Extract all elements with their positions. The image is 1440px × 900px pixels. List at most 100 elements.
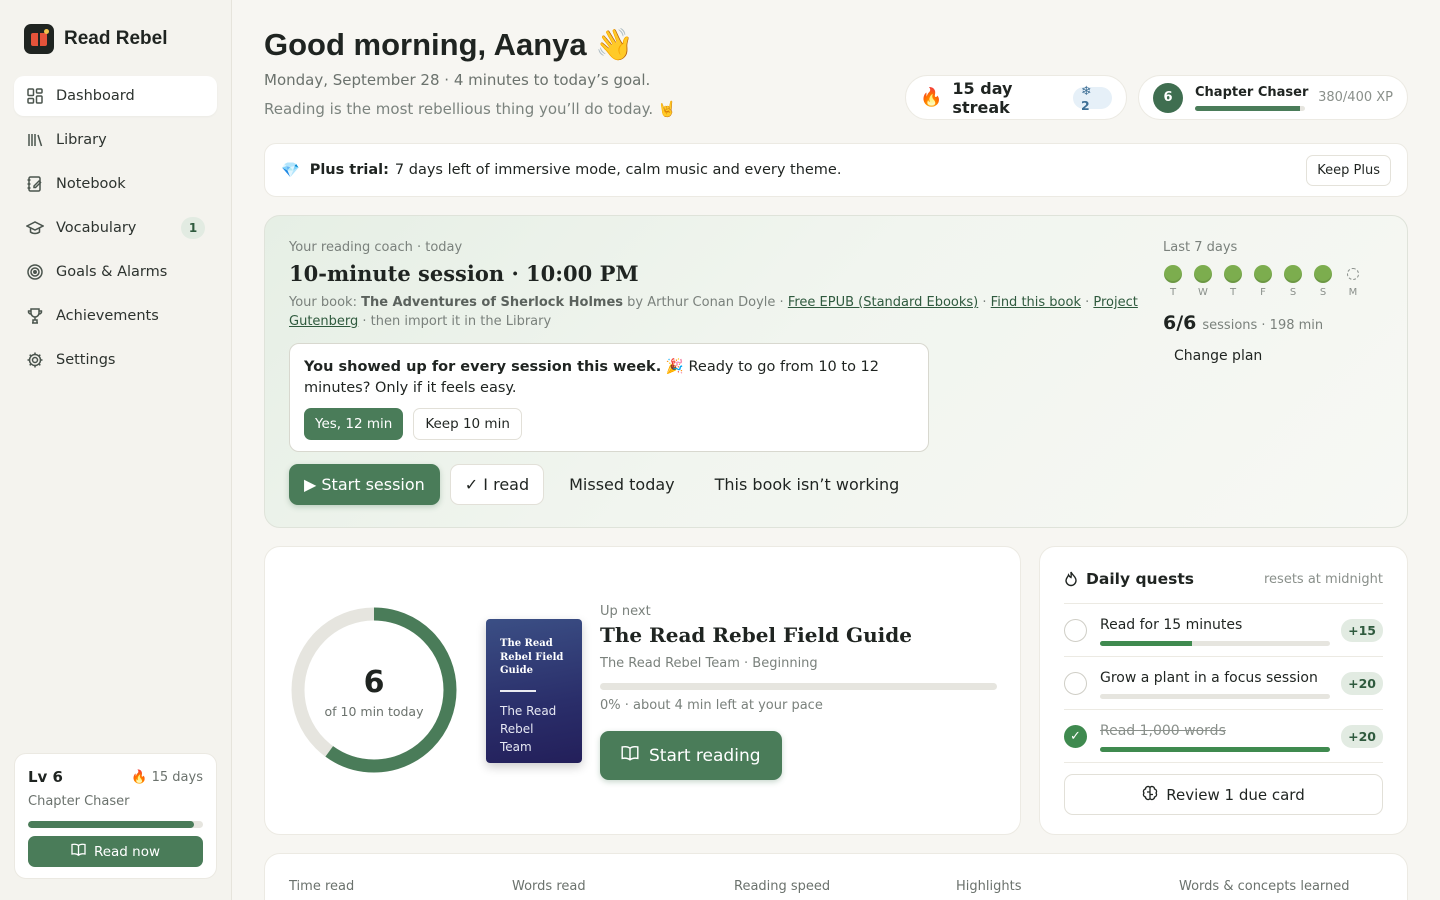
sidebar: Read Rebel Dashboard Library Notebook Vo… xyxy=(0,0,232,900)
book-suffix: · then import it in the Library xyxy=(362,314,552,329)
sidebar-item-label: Notebook xyxy=(56,176,126,192)
day-letter: S xyxy=(1319,287,1327,298)
sidebar-item-goals[interactable]: Goals & Alarms xyxy=(14,252,217,292)
sidebar-item-dashboard[interactable]: Dashboard xyxy=(14,76,217,116)
quests-title: Daily quests xyxy=(1086,570,1194,588)
page-title: Good morning, Aanya 👋 xyxy=(264,27,634,62)
sidebar-item-library[interactable]: Library xyxy=(14,120,217,160)
sidebar-item-settings[interactable]: Settings xyxy=(14,340,217,380)
sidebar-item-label: Settings xyxy=(56,352,116,368)
up-next-book-title: The Read Rebel Field Guide xyxy=(600,623,912,647)
week-day: T xyxy=(1163,265,1183,298)
streak-count: 🔥 15 days xyxy=(131,770,203,785)
quest-xp-badge: +20 xyxy=(1341,672,1383,695)
change-plan-button[interactable]: Change plan xyxy=(1174,348,1383,364)
keep-goal-button[interactable]: Keep 10 min xyxy=(413,408,522,440)
start-reading-label: Start reading xyxy=(649,745,761,766)
day-letter: W xyxy=(1198,287,1208,298)
brand-name: Read Rebel xyxy=(64,28,168,49)
level-name: Chapter Chaser xyxy=(1195,84,1309,100)
week-label: Last 7 days xyxy=(1163,240,1238,255)
trophy-icon xyxy=(26,307,44,325)
day-letter: M xyxy=(1348,287,1358,298)
daily-quests-card: Daily quests resets at midnight Read for… xyxy=(1039,546,1408,835)
sidebar-item-vocabulary[interactable]: Vocabulary 1 xyxy=(14,208,217,248)
stat-time-read-label: Time read xyxy=(289,879,355,894)
xp-progress-fill xyxy=(1195,105,1300,111)
level-badge: 6 xyxy=(1153,82,1183,113)
book-not-working-button[interactable]: This book isn’t working xyxy=(700,464,915,505)
vocabulary-count-badge: 1 xyxy=(181,217,205,239)
sidebar-nav: Dashboard Library Notebook Vocabulary 1 … xyxy=(14,76,217,384)
day-letter: F xyxy=(1260,287,1266,298)
sidebar-item-notebook[interactable]: Notebook xyxy=(14,164,217,204)
sessions-count: 6/6 xyxy=(1163,312,1197,334)
level-pill[interactable]: 6 Chapter Chaser 380/400 XP xyxy=(1138,75,1408,120)
missed-today-button[interactable]: Missed today xyxy=(554,464,690,505)
quest-checkbox[interactable] xyxy=(1064,618,1087,642)
minutes-goal-text: of 10 min today xyxy=(324,704,424,719)
quest-xp-badge: +20 xyxy=(1341,725,1383,748)
date-goal-text: Monday, September 28 · 4 minutes to toda… xyxy=(264,71,651,89)
start-reading-button[interactable]: Start reading xyxy=(600,731,782,780)
quest-progress-fill xyxy=(1100,746,1330,752)
book-cover[interactable]: The Read Rebel Field Guide The Read Rebe… xyxy=(486,619,582,763)
quest-xp-badge: +15 xyxy=(1341,619,1383,642)
quest-row[interactable]: ✓ Read 1,000 words +20 xyxy=(1064,710,1383,763)
week-stats: 6/6 sessions · 198 min xyxy=(1163,312,1383,334)
quests-reset-text: resets at midnight xyxy=(1264,571,1383,587)
book-prefix: Your book: xyxy=(289,295,357,310)
read-now-button[interactable]: Read now xyxy=(28,836,203,867)
streak-freeze-badge: ❄ 2 xyxy=(1072,83,1112,113)
week-days: TWTFSSM xyxy=(1163,265,1383,298)
free-epub-link[interactable]: Free EPUB (Standard Ebooks) xyxy=(788,295,978,310)
leaf-icon xyxy=(1284,265,1302,283)
quest-progress-bar xyxy=(1100,640,1330,646)
book-progress-bar xyxy=(600,683,997,690)
quest-row[interactable]: Read for 15 minutes +15 xyxy=(1064,604,1383,657)
stat-highlights-label: Highlights xyxy=(956,879,1022,894)
find-book-link[interactable]: Find this book xyxy=(991,295,1081,310)
keep-plus-button[interactable]: Keep Plus xyxy=(1306,154,1391,186)
start-session-button[interactable]: ▶ Start session xyxy=(289,464,440,505)
trial-text: 7 days left of immersive mode, calm musi… xyxy=(394,162,842,178)
cover-author: The Read Rebel Team xyxy=(500,703,557,754)
leaf-icon xyxy=(1224,265,1242,283)
brand[interactable]: Read Rebel xyxy=(24,24,167,54)
nudge-bold: You showed up for every session this wee… xyxy=(304,359,662,375)
open-book-icon xyxy=(71,843,86,860)
streak-pill[interactable]: 🔥 15 day streak ❄ 2 xyxy=(905,75,1127,120)
week-day: F xyxy=(1253,265,1273,298)
sidebar-item-label: Achievements xyxy=(56,308,159,324)
coach-book-title: The Adventures of Sherlock Holmes xyxy=(361,295,624,310)
quest-checkbox[interactable] xyxy=(1064,671,1087,695)
review-cards-label: Review 1 due card xyxy=(1166,785,1305,804)
quest-progress-bar xyxy=(1100,746,1330,752)
level-progress-fill xyxy=(28,821,195,828)
book-progress-text: 0% · about 4 min left at your pace xyxy=(600,698,823,713)
quest-progress-fill xyxy=(1100,640,1192,646)
goal-nudge-box: You showed up for every session this wee… xyxy=(289,343,929,452)
reading-stats-card: Time read Words read Reading speed Highl… xyxy=(264,853,1408,900)
sidebar-item-achievements[interactable]: Achievements xyxy=(14,296,217,336)
session-title: 10-minute session · 10:00 PM xyxy=(289,261,639,286)
coach-eyebrow: Your reading coach · today xyxy=(289,240,463,255)
daily-goal-ring: 6 of 10 min today xyxy=(289,605,459,775)
review-cards-button[interactable]: Review 1 due card xyxy=(1064,774,1383,815)
cover-divider xyxy=(500,689,536,692)
up-next-label: Up next xyxy=(600,604,651,619)
week-day: S xyxy=(1283,265,1303,298)
quest-row[interactable]: Grow a plant in a focus session +20 xyxy=(1064,657,1383,710)
minutes-read: 6 xyxy=(363,665,385,700)
week-day: T xyxy=(1223,265,1243,298)
i-read-button[interactable]: ✓ I read xyxy=(449,464,545,505)
streak-text: 15 day streak xyxy=(952,78,1013,117)
read-now-label: Read now xyxy=(93,843,161,860)
leaf-icon xyxy=(1194,265,1212,283)
target-icon xyxy=(26,263,44,281)
increase-goal-button[interactable]: Yes, 12 min xyxy=(304,408,404,440)
stat-words-learned-label: Words & concepts learned xyxy=(1179,879,1350,894)
tagline: Reading is the most rebellious thing you… xyxy=(264,100,677,118)
brain-icon xyxy=(1142,785,1158,805)
check-icon[interactable]: ✓ xyxy=(1064,724,1087,748)
